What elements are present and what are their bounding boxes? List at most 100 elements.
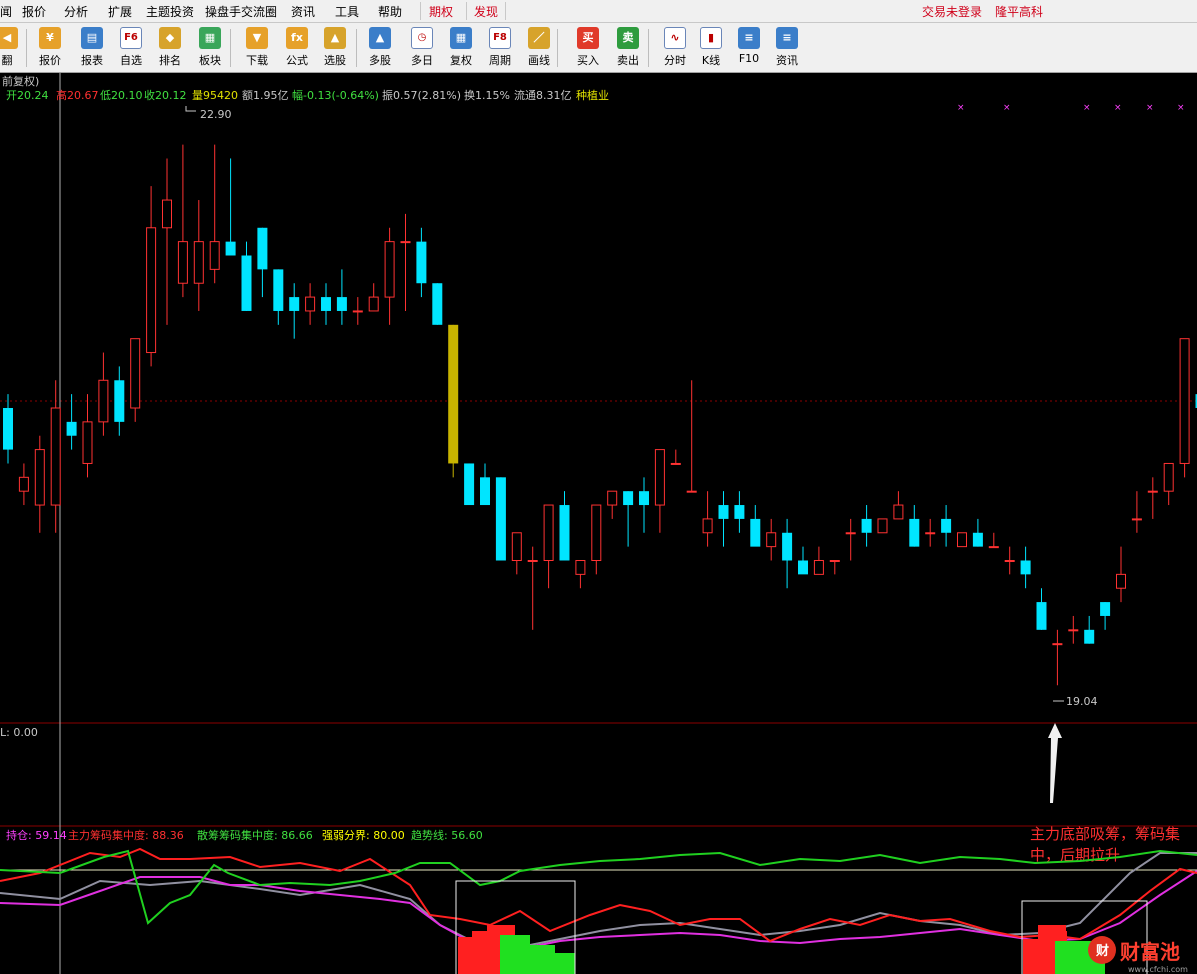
- toolbar-timeshare-button[interactable]: ∿ 分时: [656, 25, 694, 69]
- toolbar-separator: [356, 29, 357, 67]
- rank-icon: ◆: [159, 27, 181, 49]
- header-value: 量95420: [192, 89, 238, 102]
- toolbar-multi-stock-button[interactable]: ▲ 多股: [361, 25, 399, 69]
- volume-pane-label: L: 0.00: [0, 726, 38, 739]
- toolbar-label: 板块: [199, 54, 221, 67]
- toolbar-separator: [648, 29, 649, 67]
- timeshare-icon: ∿: [664, 27, 686, 49]
- toolbar-label: 卖出: [617, 54, 639, 67]
- toolbar-label: 排名: [159, 54, 181, 67]
- toolbar-rank-button[interactable]: ◆ 排名: [151, 25, 189, 69]
- menu-item-2[interactable]: 分析: [64, 3, 88, 20]
- news-icon: ≡: [776, 27, 798, 49]
- toolbar-yen-button[interactable]: ¥ 报价: [31, 25, 69, 69]
- toolbar-clock-button[interactable]: ◷ 多日: [403, 25, 441, 69]
- toolbar-label: 选股: [324, 54, 346, 67]
- f6-icon: F6: [120, 27, 142, 49]
- indicator-value: 强弱分界: 80.00: [322, 829, 405, 842]
- formula-icon: fx: [286, 27, 308, 49]
- menu-item-5[interactable]: 操盘手交流圈: [205, 3, 277, 20]
- toolbar-draw-line-button[interactable]: ／ 画线: [520, 25, 558, 69]
- toolbar-page-flip-button[interactable]: ◀ 翻: [0, 25, 26, 69]
- menu-item-1[interactable]: 报价: [22, 3, 46, 20]
- toolbar-label: 分时: [664, 54, 686, 67]
- blocks-icon: ▦: [199, 27, 221, 49]
- header-value: 低20.10: [100, 89, 143, 102]
- buy-icon: 买: [577, 27, 599, 49]
- menu-item-8[interactable]: 帮助: [378, 3, 402, 20]
- header-value: 收20.12: [144, 88, 187, 102]
- header-value: 开20.24: [6, 89, 49, 102]
- toolbar-label: F10: [738, 52, 760, 65]
- header-value: 种植业: [576, 88, 609, 102]
- clock-icon: ◷: [411, 27, 433, 49]
- toolbar-formula-button[interactable]: fx 公式: [278, 25, 316, 69]
- login-status[interactable]: 交易未登录: [922, 3, 982, 20]
- toolbar-f8-button[interactable]: F8 周期: [481, 25, 519, 69]
- kline-chart: 前复权)开20.24 高20.67 低20.10 收20.12 量95420 额1.95亿…: [0, 73, 1197, 974]
- menu-item-4[interactable]: 主题投资: [146, 3, 194, 20]
- toolbar-f10-button[interactable]: ≡ F10: [730, 25, 768, 69]
- multi-stock-icon: ▲: [369, 27, 391, 49]
- sell-icon: 卖: [617, 27, 639, 49]
- indicator-value: 趋势线: 56.60: [411, 828, 483, 842]
- header-value: 幅-0.13(-0.64%): [292, 89, 379, 102]
- toolbar-f6-button[interactable]: F6 自选: [112, 25, 150, 69]
- menu-separator: [420, 2, 421, 20]
- toolbar-kline-button[interactable]: ▮ K线: [692, 25, 730, 69]
- signal-marker: ×: [1146, 103, 1154, 113]
- watermark-brand: 财富池: [1120, 940, 1180, 964]
- menu-bar: 闻报价 分析 扩展 主题投资 操盘手交流圈 资讯 工具 帮助 期权 发现 交易未登录 隆平高科: [0, 0, 1197, 23]
- high-label: 22.90: [200, 108, 232, 121]
- toolbar-download-button[interactable]: ▼ 下载: [238, 25, 276, 69]
- chart-title: 前复权): [2, 74, 39, 88]
- toolbar-label: 翻: [1, 54, 13, 67]
- f8-icon: F8: [489, 27, 511, 49]
- report-icon: ▤: [81, 27, 103, 49]
- menu-item-7[interactable]: 工具: [335, 3, 359, 20]
- candle: [1179, 338, 1190, 478]
- candle: [464, 463, 475, 506]
- toolbar-stock-pick-button[interactable]: ▲ 选股: [316, 25, 354, 69]
- kline-icon: ▮: [700, 27, 722, 49]
- toolbar-label: 自选: [120, 54, 142, 67]
- candle: [432, 283, 443, 325]
- toolbar-separator: [230, 29, 231, 67]
- header-value: 流通8.31亿: [514, 88, 572, 102]
- toolbar-blocks-button[interactable]: ▦ 板块: [191, 25, 229, 69]
- menu-tab-0[interactable]: 期权: [429, 3, 453, 20]
- toolbar-label: 资讯: [776, 54, 798, 67]
- indicator-value: 持仓: 59.14: [6, 828, 67, 842]
- toolbar-label: 报表: [81, 54, 103, 67]
- indicator-value: 主力筹码集中度: 88.36: [68, 828, 184, 842]
- signal-marker: ×: [1114, 103, 1122, 113]
- candle: [877, 518, 888, 534]
- toolbar-label: 画线: [528, 54, 550, 67]
- stock-name: 隆平高科: [995, 5, 1044, 19]
- indicator-bar: [535, 953, 575, 974]
- toolbar-report-button[interactable]: ▤ 报表: [73, 25, 111, 69]
- header-value: 额1.95亿: [242, 89, 289, 102]
- indicator-value: 散筹筹码集中度: 86.66: [197, 828, 313, 842]
- signal-marker: ×: [1083, 103, 1091, 113]
- toolbar-separator: [557, 29, 558, 67]
- header-value: 换1.15%: [464, 88, 510, 102]
- toolbar-buy-button[interactable]: 买买入: [569, 25, 607, 69]
- menu-item-6[interactable]: 资讯: [291, 3, 315, 20]
- toolbar-adjust-button[interactable]: ▦ 复权: [442, 25, 480, 69]
- toolbar-label: 下载: [246, 54, 268, 67]
- toolbar-label: 多股: [369, 54, 391, 67]
- toolbar: ◀ 翻 ¥ 报价 ▤ 报表 F6 自选 ◆ 排名 ▦ 板块 ▼ 下载 fx 公式 ▲ 选股 ▲ 多股 ◷ 多日 ▦ 复权 F8 周…: [0, 23, 1197, 73]
- candle: [448, 324, 459, 478]
- menu-item-0[interactable]: 闻: [0, 3, 12, 20]
- yen-icon: ¥: [39, 27, 61, 49]
- toolbar-news-button[interactable]: ≡ 资讯: [768, 25, 806, 69]
- menu-item-3[interactable]: 扩展: [108, 3, 132, 20]
- toolbar-label: 周期: [489, 54, 511, 67]
- header-value: 振0.57(2.81%): [382, 88, 461, 102]
- candle: [495, 477, 506, 561]
- toolbar-label: 买入: [577, 54, 599, 67]
- toolbar-sell-button[interactable]: 卖卖出: [609, 25, 647, 69]
- toolbar-label: 公式: [286, 54, 308, 67]
- menu-tab-1[interactable]: 发现: [474, 3, 498, 20]
